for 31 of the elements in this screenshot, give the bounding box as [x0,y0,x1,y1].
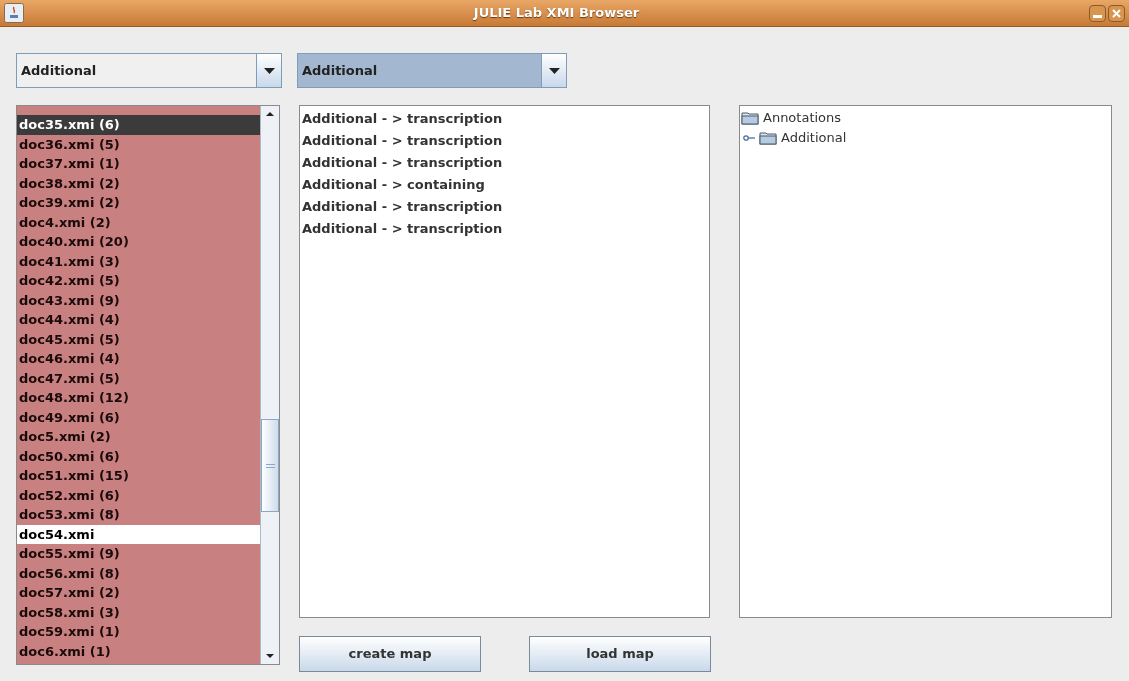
tree-handle-icon[interactable] [743,134,755,142]
combo-value: Additional [301,61,379,80]
folder-icon [741,111,759,125]
grip-icon [265,463,275,468]
combo-value: Additional [20,61,98,80]
map-button[interactable]: load map [529,636,711,672]
dropdown-button[interactable] [256,54,281,87]
scrollbar[interactable] [260,106,279,664]
folder-icon [759,131,777,145]
tree-node-label[interactable]: Additional [781,128,847,148]
combo-box[interactable]: Additional [297,53,567,88]
combo-box[interactable]: Additional [16,53,282,88]
document-item[interactable]: doc54.xmi [17,524,260,544]
relation-item[interactable]: Additional - > transcription [302,196,707,218]
minimize-button[interactable] [1089,4,1106,22]
relation-item[interactable]: Additional - > transcription [302,152,707,174]
minimize-icon [1093,14,1102,18]
close-icon [1112,8,1121,18]
tree-node-label[interactable]: Annotations [763,108,842,128]
relation-item[interactable]: Additional - > transcription [302,218,707,240]
document-item[interactable]: doc35.xmi (6) [17,115,260,135]
caret-icon [548,67,560,74]
window-title: JULIE Lab XMI Browser [472,4,641,23]
relation-item[interactable]: Additional - > containing [302,174,707,196]
caret-icon [263,67,275,74]
relation-item[interactable]: Additional - > transcription [302,130,707,152]
relation-item[interactable]: Additional - > transcription [302,108,707,130]
scroll-thumb[interactable] [261,419,279,512]
dropdown-button[interactable] [541,54,566,87]
close-button[interactable] [1108,4,1125,22]
map-button[interactable]: create map [299,636,481,672]
